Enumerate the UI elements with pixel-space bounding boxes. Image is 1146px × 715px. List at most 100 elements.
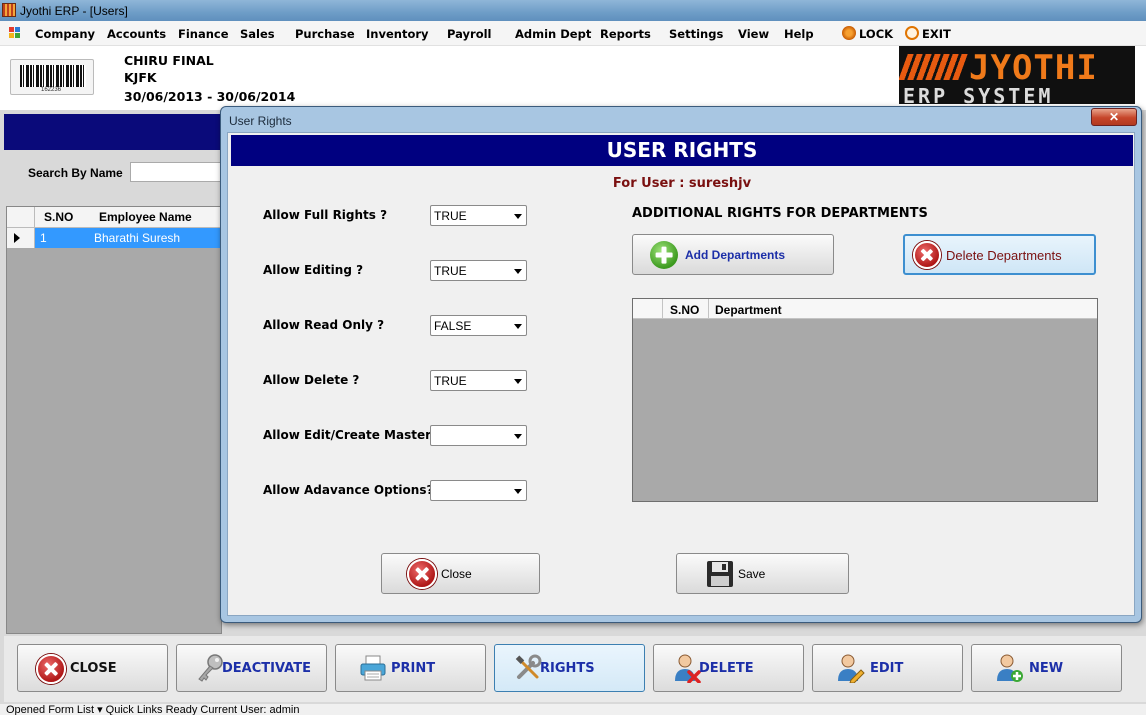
current-row-icon <box>14 233 20 243</box>
search-by-name-label: Search By Name <box>28 166 123 180</box>
menu-admin-dept[interactable]: Admin Dept <box>515 27 591 41</box>
menu-sales[interactable]: Sales <box>240 27 275 41</box>
dialog-client-area: USER RIGHTS For User : sureshjv Allow Fu… <box>227 132 1135 616</box>
company-header: 162236 CHIRU FINAL KJFK 30/06/2013 - 30/… <box>0 46 1146 110</box>
new-button[interactable]: NEW <box>971 644 1122 692</box>
delete-departments-label: Delete Departments <box>946 248 1062 263</box>
delete-icon <box>913 241 941 269</box>
allow-edit-create-masters-select[interactable] <box>430 425 527 446</box>
allow-editing-select[interactable]: TRUE <box>430 260 527 281</box>
lock-icon[interactable] <box>842 26 856 40</box>
allow-full-rights-select[interactable]: TRUE <box>430 205 527 226</box>
rights-button[interactable]: RIGHTS <box>494 644 645 692</box>
chevron-down-icon <box>514 269 522 274</box>
departments-grid[interactable]: S.NO Department <box>632 298 1098 502</box>
allow-full-rights-label: Allow Full Rights ? <box>263 208 388 222</box>
column-sno[interactable]: S.NO <box>670 303 699 317</box>
row-employee-name: Bharathi Suresh <box>94 231 181 245</box>
company-code: KJFK <box>124 70 157 85</box>
tools-icon <box>515 654 542 679</box>
power-icon[interactable] <box>905 26 919 40</box>
departments-grid-header: S.NO Department <box>633 299 1097 319</box>
close-button-label: CLOSE <box>70 661 117 676</box>
allow-editing-label: Allow Editing ? <box>263 263 364 277</box>
add-icon <box>650 241 678 269</box>
delete-departments-button[interactable]: Delete Departments <box>903 234 1096 275</box>
column-sno[interactable]: S.NO <box>44 210 73 224</box>
additional-rights-heading: ADDITIONAL RIGHTS FOR DEPARTMENTS <box>632 206 928 221</box>
close-button[interactable]: CLOSE <box>17 644 168 692</box>
row-sno: 1 <box>40 231 47 245</box>
print-button[interactable]: PRINT <box>335 644 486 692</box>
column-department[interactable]: Department <box>715 303 782 317</box>
chevron-down-icon <box>514 324 522 329</box>
menu-reports[interactable]: Reports <box>600 27 651 41</box>
menu-purchase[interactable]: Purchase <box>295 27 355 41</box>
company-name: CHIRU FINAL <box>124 53 214 68</box>
dialog-close-action-button[interactable]: Close <box>381 553 540 594</box>
key-icon <box>198 654 223 682</box>
rights-button-label: RIGHTS <box>540 661 595 676</box>
status-bar: Opened Form List ▾ Quick Links Ready Cur… <box>0 704 1146 715</box>
add-departments-label: Add Departments <box>685 248 786 262</box>
brand-logo: JYOTHI ERP SYSTEM <box>899 46 1135 104</box>
window-title: Jyothi ERP - [Users] <box>20 4 128 18</box>
chevron-down-icon <box>514 379 522 384</box>
menu-bar: Company Accounts Finance Sales Purchase … <box>0 21 1146 46</box>
menu-finance[interactable]: Finance <box>178 27 229 41</box>
search-by-name-input[interactable] <box>130 162 222 182</box>
edit-user-icon <box>838 654 865 683</box>
menu-settings[interactable]: Settings <box>669 27 723 41</box>
delete-user-icon <box>675 654 701 683</box>
close-icon: ✕ <box>1108 110 1120 124</box>
allow-delete-label: Allow Delete ? <box>263 373 360 387</box>
row-selector[interactable] <box>7 228 35 248</box>
menu-lock[interactable]: LOCK <box>859 27 893 41</box>
new-button-label: NEW <box>1029 661 1064 676</box>
barcode-icon: 162236 <box>10 59 94 95</box>
allow-advance-options-label: Allow Adavance Options? <box>263 483 434 497</box>
user-rights-dialog: User Rights ✕ USER RIGHTS For User : sur… <box>220 106 1142 623</box>
menu-payroll[interactable]: Payroll <box>447 27 491 41</box>
delete-button[interactable]: DELETE <box>653 644 804 692</box>
save-button[interactable]: Save <box>676 553 849 594</box>
barcode-number: 162236 <box>41 87 62 93</box>
users-grid-header: S.NO Employee Name <box>7 207 221 228</box>
logo-mark-icon <box>899 54 968 80</box>
dialog-title: User Rights <box>229 114 292 128</box>
menu-accounts[interactable]: Accounts <box>107 27 166 41</box>
allow-advance-options-select[interactable] <box>430 480 527 501</box>
allow-full-rights-value: TRUE <box>434 209 467 223</box>
column-employee-name[interactable]: Employee Name <box>99 210 192 224</box>
menu-company[interactable]: Company <box>35 27 95 41</box>
users-grid[interactable]: S.NO Employee Name 1 Bharathi Suresh <box>6 206 222 634</box>
user-rights-heading: USER RIGHTS <box>231 135 1133 166</box>
edit-button-label: EDIT <box>870 661 904 676</box>
menu-help[interactable]: Help <box>784 27 814 41</box>
menu-inventory[interactable]: Inventory <box>366 27 429 41</box>
window-title-bar[interactable]: Jyothi ERP - [Users] <box>0 0 1146 21</box>
allow-delete-select[interactable]: TRUE <box>430 370 527 391</box>
print-button-label: PRINT <box>391 661 436 676</box>
brand-name: JYOTHI <box>969 48 1098 88</box>
deactivate-button-label: DEACTIVATE <box>222 661 311 676</box>
edit-button[interactable]: EDIT <box>812 644 963 692</box>
menu-view[interactable]: View <box>738 27 769 41</box>
brand-subtitle: ERP SYSTEM <box>903 84 1054 104</box>
chevron-down-icon <box>514 434 522 439</box>
save-button-label: Save <box>738 567 766 581</box>
chevron-down-icon <box>514 489 522 494</box>
save-icon <box>707 561 733 587</box>
close-icon <box>407 559 437 589</box>
add-user-icon <box>997 654 1023 682</box>
allow-delete-value: TRUE <box>434 374 467 388</box>
menu-exit[interactable]: EXIT <box>922 27 951 41</box>
deactivate-button[interactable]: DEACTIVATE <box>176 644 327 692</box>
dialog-close-button[interactable]: ✕ <box>1091 108 1137 126</box>
table-row[interactable]: 1 Bharathi Suresh <box>7 228 221 248</box>
users-maintenance-header <box>4 114 220 150</box>
mdi-window-icon[interactable] <box>9 27 22 39</box>
add-departments-button[interactable]: Add Departments <box>632 234 834 275</box>
chevron-down-icon <box>514 214 522 219</box>
allow-read-only-select[interactable]: FALSE <box>430 315 527 336</box>
